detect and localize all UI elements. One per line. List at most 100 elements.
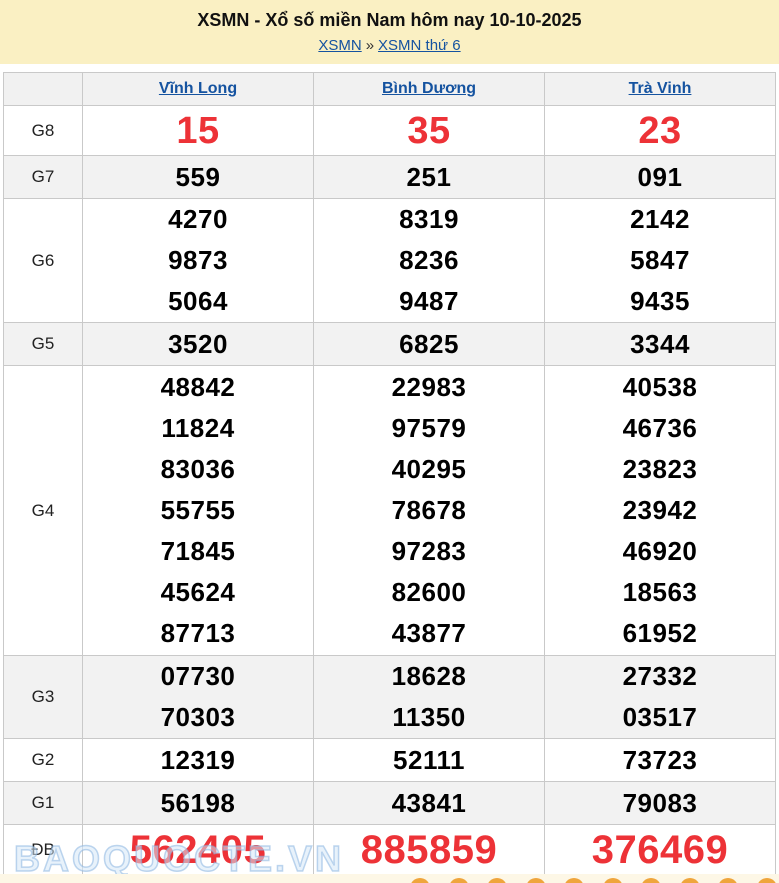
prize-number: 8319 [314, 199, 544, 240]
lottery-ball-icon [449, 878, 469, 883]
prize-number: 3344 [545, 324, 775, 365]
breadcrumb-link-xsmn[interactable]: XSMN [318, 37, 361, 54]
prize-number: 52111 [314, 740, 544, 781]
prize-label-g8: G8 [4, 106, 83, 156]
result-cell: 4270 9873 5064 [83, 199, 314, 323]
prize-number: 9435 [545, 281, 775, 322]
prize-number: 56198 [83, 783, 313, 824]
prize-number: 23942 [545, 490, 775, 531]
result-cell: 3520 [83, 323, 314, 366]
prize-number: 559 [83, 157, 313, 198]
result-cell: 376469 [545, 825, 776, 875]
result-cell: 27332 03517 [545, 656, 776, 739]
table-row-g8: G8 15 35 23 [4, 106, 776, 156]
result-cell: 35 [314, 106, 545, 156]
prize-number: 79083 [545, 783, 775, 824]
prize-number: 562405 [83, 826, 313, 874]
table-row-db: ĐB 562405 885859 376469 [4, 825, 776, 875]
province-link-vinh-long[interactable]: Vĩnh Long [159, 80, 237, 97]
result-cell: 22983 97579 40295 78678 97283 82600 4387… [314, 366, 545, 656]
next-section-strip [0, 874, 779, 883]
prize-number: 35 [314, 107, 544, 155]
prize-number: 22983 [314, 367, 544, 408]
prize-number: 78678 [314, 490, 544, 531]
prize-number: 43841 [314, 783, 544, 824]
prize-number: 6825 [314, 324, 544, 365]
result-cell: 8319 8236 9487 [314, 199, 545, 323]
breadcrumb: XSMN»XSMN thứ 6 [0, 36, 779, 56]
column-header-vinh-long: Vĩnh Long [83, 73, 314, 106]
table-row-g7: G7 559 251 091 [4, 156, 776, 199]
lottery-ball-icon [564, 878, 584, 883]
lottery-ball-icon [641, 878, 661, 883]
prize-number: 4270 [83, 199, 313, 240]
prize-number: 40295 [314, 449, 544, 490]
result-cell: 18628 11350 [314, 656, 545, 739]
prize-number: 03517 [545, 697, 775, 738]
result-cell: 07730 70303 [83, 656, 314, 739]
lottery-ball-icon [526, 878, 546, 883]
result-cell: 43841 [314, 782, 545, 825]
lottery-ball-icon [603, 878, 623, 883]
page-header: XSMN - Xổ số miền Nam hôm nay 10-10-2025… [0, 0, 779, 64]
prize-number: 9487 [314, 281, 544, 322]
table-row-g1: G1 56198 43841 79083 [4, 782, 776, 825]
prize-number: 8236 [314, 240, 544, 281]
prize-number: 83036 [83, 449, 313, 490]
prize-label-g2: G2 [4, 739, 83, 782]
prize-number: 97283 [314, 531, 544, 572]
lottery-ball-icon [680, 878, 700, 883]
result-cell: 251 [314, 156, 545, 199]
prize-number: 091 [545, 157, 775, 198]
prize-number: 376469 [545, 826, 775, 874]
lottery-ball-icon [487, 878, 507, 883]
prize-number: 48842 [83, 367, 313, 408]
result-cell: 2142 5847 9435 [545, 199, 776, 323]
prize-number: 70303 [83, 697, 313, 738]
prize-label-g6: G6 [4, 199, 83, 323]
prize-number: 45624 [83, 572, 313, 613]
table-row-g6: G6 4270 9873 5064 8319 8236 9487 2142 58… [4, 199, 776, 323]
prize-number: 2142 [545, 199, 775, 240]
prize-number: 5847 [545, 240, 775, 281]
prize-number: 27332 [545, 656, 775, 697]
result-cell: 12319 [83, 739, 314, 782]
result-cell: 23 [545, 106, 776, 156]
result-cell: 885859 [314, 825, 545, 875]
province-link-binh-duong[interactable]: Bình Dương [382, 80, 476, 97]
prize-number: 82600 [314, 572, 544, 613]
prize-number: 97579 [314, 408, 544, 449]
prize-number: 40538 [545, 367, 775, 408]
prize-label-g4: G4 [4, 366, 83, 656]
result-cell: 091 [545, 156, 776, 199]
prize-number: 46736 [545, 408, 775, 449]
column-header-binh-duong: Bình Dương [314, 73, 545, 106]
prize-number: 9873 [83, 240, 313, 281]
result-cell: 56198 [83, 782, 314, 825]
prize-number: 61952 [545, 613, 775, 654]
prize-number: 3520 [83, 324, 313, 365]
prize-number: 23823 [545, 449, 775, 490]
province-link-tra-vinh[interactable]: Trà Vinh [629, 80, 692, 97]
table-row-g2: G2 12319 52111 73723 [4, 739, 776, 782]
prize-label-g7: G7 [4, 156, 83, 199]
prize-number: 251 [314, 157, 544, 198]
prize-number: 43877 [314, 613, 544, 654]
corner-cell [4, 73, 83, 106]
result-cell: 73723 [545, 739, 776, 782]
prize-label-g3: G3 [4, 656, 83, 739]
table-header-row: Vĩnh Long Bình Dương Trà Vinh [4, 73, 776, 106]
table-row-g5: G5 3520 6825 3344 [4, 323, 776, 366]
prize-number: 46920 [545, 531, 775, 572]
result-cell: 48842 11824 83036 55755 71845 45624 8771… [83, 366, 314, 656]
result-cell: 6825 [314, 323, 545, 366]
result-cell: 559 [83, 156, 314, 199]
prize-number: 23 [545, 107, 775, 155]
prize-label-g1: G1 [4, 782, 83, 825]
prize-number: 71845 [83, 531, 313, 572]
prize-number: 73723 [545, 740, 775, 781]
page-title: XSMN - Xổ số miền Nam hôm nay 10-10-2025 [0, 9, 779, 31]
lottery-ball-icon [718, 878, 738, 883]
prize-label-g5: G5 [4, 323, 83, 366]
breadcrumb-link-xsmn-thu-6[interactable]: XSMN thứ 6 [378, 37, 461, 54]
